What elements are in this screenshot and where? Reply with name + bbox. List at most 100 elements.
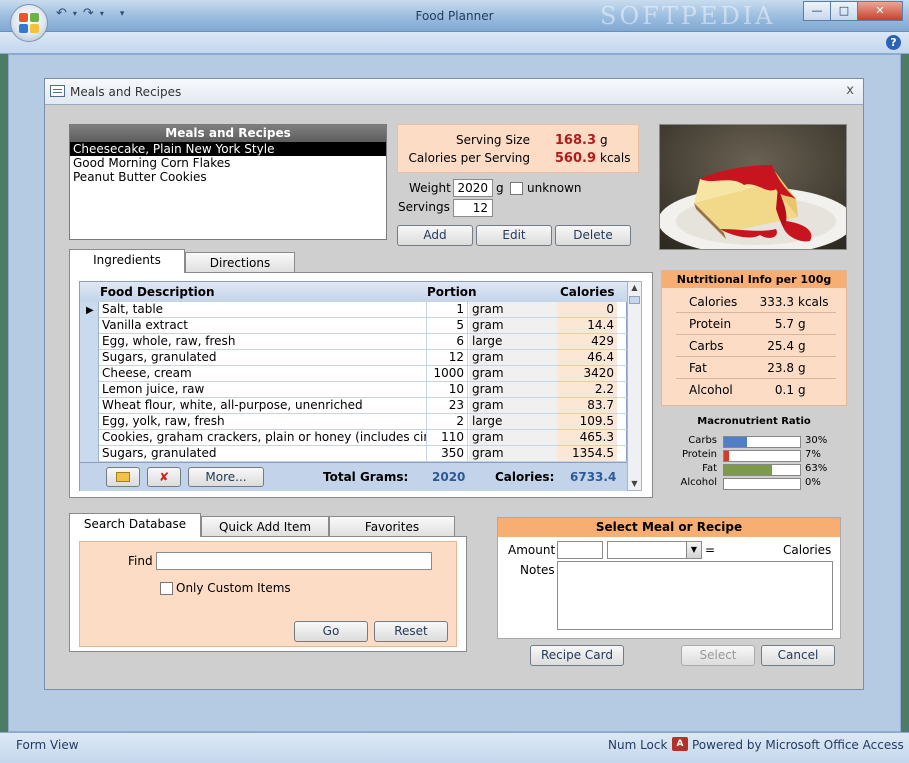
portion-qty-cell[interactable]: 10 bbox=[426, 382, 468, 397]
scroll-up-icon[interactable]: ▲ bbox=[628, 282, 641, 294]
close-icon[interactable]: ✕ bbox=[857, 1, 903, 21]
tab-quick-add-item[interactable]: Quick Add Item bbox=[201, 516, 329, 537]
portion-qty-cell[interactable]: 1000 bbox=[426, 366, 468, 381]
unknown-checkbox[interactable] bbox=[510, 182, 523, 195]
food-description-cell[interactable]: Salt, table bbox=[100, 302, 426, 317]
macro-row: Protein 7% bbox=[661, 449, 847, 463]
portion-unit-cell[interactable]: gram bbox=[469, 446, 557, 461]
notes-textarea[interactable] bbox=[557, 561, 833, 630]
calories-cell: 14.4 bbox=[557, 318, 617, 333]
scroll-thumb[interactable] bbox=[629, 296, 640, 304]
portion-qty-cell[interactable]: 6 bbox=[426, 334, 468, 349]
meals-list[interactable]: Meals and Recipes Cheesecake, Plain New … bbox=[69, 124, 387, 240]
portion-unit-cell[interactable]: gram bbox=[469, 382, 557, 397]
portion-unit-cell[interactable]: gram bbox=[469, 366, 557, 381]
grid-scrollbar[interactable]: ▲ ▼ bbox=[627, 281, 642, 491]
recipe-card-button[interactable]: Recipe Card bbox=[530, 645, 624, 666]
scroll-down-icon[interactable]: ▼ bbox=[628, 478, 641, 490]
food-description-cell[interactable]: Wheat flour, white, all-purpose, unenric… bbox=[100, 398, 426, 413]
table-row[interactable]: Cheese, cream 1000 gram 3420 bbox=[80, 366, 628, 382]
remove-food-button[interactable]: ✘ bbox=[147, 467, 181, 487]
food-description-cell[interactable]: Vanilla extract bbox=[100, 318, 426, 333]
macro-row: Carbs 30% bbox=[661, 435, 847, 449]
row-selector[interactable] bbox=[80, 430, 99, 446]
table-row[interactable]: Egg, whole, raw, fresh 6 large 429 bbox=[80, 334, 628, 350]
portion-unit-cell[interactable]: gram bbox=[469, 350, 557, 365]
portion-qty-cell[interactable]: 12 bbox=[426, 350, 468, 365]
minimize-icon[interactable]: — bbox=[803, 1, 831, 21]
row-selector[interactable] bbox=[80, 414, 99, 430]
portion-unit-cell[interactable]: gram bbox=[469, 318, 557, 333]
servings-input[interactable]: 12 bbox=[453, 199, 493, 217]
table-row[interactable]: Sugars, granulated 12 gram 46.4 bbox=[80, 350, 628, 366]
table-row[interactable]: ▶ Salt, table 1 gram 0 bbox=[80, 302, 628, 318]
row-selector[interactable] bbox=[80, 334, 99, 350]
col-header-portion[interactable]: Portion bbox=[427, 285, 477, 299]
row-selector[interactable] bbox=[80, 398, 99, 414]
portion-qty-cell[interactable]: 5 bbox=[426, 318, 468, 333]
portion-qty-cell[interactable]: 2 bbox=[426, 414, 468, 429]
food-description-cell[interactable]: Egg, yolk, raw, fresh bbox=[100, 414, 426, 429]
weight-input[interactable]: 2020 bbox=[453, 179, 493, 197]
portion-unit-cell[interactable]: large bbox=[469, 334, 557, 349]
unit-select[interactable]: ▼ bbox=[607, 541, 702, 559]
reset-button[interactable]: Reset bbox=[374, 621, 448, 642]
portion-qty-cell[interactable]: 350 bbox=[426, 446, 468, 461]
portion-qty-cell[interactable]: 23 bbox=[426, 398, 468, 413]
form-close-icon[interactable]: x bbox=[846, 83, 854, 98]
delete-button[interactable]: Delete bbox=[555, 225, 631, 246]
food-description-cell[interactable]: Cheese, cream bbox=[100, 366, 426, 381]
go-button[interactable]: Go bbox=[294, 621, 368, 642]
row-selector[interactable] bbox=[80, 350, 99, 366]
portion-unit-cell[interactable]: gram bbox=[469, 430, 557, 445]
food-description-cell[interactable]: Sugars, granulated bbox=[100, 446, 426, 461]
row-selector[interactable] bbox=[80, 366, 99, 382]
maximize-icon[interactable]: □ bbox=[830, 1, 858, 21]
tab-directions[interactable]: Directions bbox=[185, 252, 295, 273]
list-item[interactable]: Peanut Butter Cookies bbox=[70, 170, 386, 184]
ingredients-grid[interactable]: Food Description Portion Calories ▶ Salt,… bbox=[79, 281, 628, 491]
tab-favorites[interactable]: Favorites bbox=[329, 516, 455, 537]
row-selector[interactable] bbox=[80, 446, 99, 462]
chevron-down-icon[interactable]: ▼ bbox=[686, 542, 701, 558]
portion-unit-cell[interactable]: large bbox=[469, 414, 557, 429]
table-row[interactable]: Vanilla extract 5 gram 14.4 bbox=[80, 318, 628, 334]
table-row[interactable]: Egg, yolk, raw, fresh 2 large 109.5 bbox=[80, 414, 628, 430]
portion-unit-cell[interactable]: gram bbox=[469, 302, 557, 317]
col-header-calories[interactable]: Calories bbox=[560, 285, 615, 299]
table-row[interactable]: Sugars, granulated 350 gram 1354.5 bbox=[80, 446, 628, 462]
macro-bar bbox=[723, 464, 801, 476]
portion-qty-cell[interactable]: 1 bbox=[426, 302, 468, 317]
portion-unit-cell[interactable]: gram bbox=[469, 398, 557, 413]
status-bar: Form View Num Lock A Powered by Microsof… bbox=[0, 732, 909, 763]
amount-input[interactable] bbox=[557, 541, 603, 559]
table-row[interactable]: Wheat flour, white, all-purpose, unenric… bbox=[80, 398, 628, 414]
select-button[interactable]: Select bbox=[681, 645, 755, 666]
food-description-cell[interactable]: Cookies, graham crackers, plain or honey… bbox=[100, 430, 426, 445]
row-selector[interactable]: ▶ bbox=[80, 302, 99, 318]
add-button[interactable]: Add bbox=[397, 225, 473, 246]
food-description-cell[interactable]: Lemon juice, raw bbox=[100, 382, 426, 397]
table-row[interactable]: Lemon juice, raw 10 gram 2.2 bbox=[80, 382, 628, 398]
tab-ingredients[interactable]: Ingredients bbox=[69, 249, 185, 273]
row-selector[interactable] bbox=[80, 382, 99, 398]
food-description-cell[interactable]: Sugars, granulated bbox=[100, 350, 426, 365]
office-button[interactable] bbox=[10, 4, 48, 42]
calories-per-serving-value: 560.9 bbox=[554, 151, 596, 166]
macro-bar-fill bbox=[724, 465, 772, 475]
more-button[interactable]: More... bbox=[188, 467, 264, 487]
find-input[interactable] bbox=[156, 552, 432, 570]
tab-search-database[interactable]: Search Database bbox=[69, 513, 201, 537]
food-description-cell[interactable]: Egg, whole, raw, fresh bbox=[100, 334, 426, 349]
table-row[interactable]: Cookies, graham crackers, plain or honey… bbox=[80, 430, 628, 446]
list-item[interactable]: Good Morning Corn Flakes bbox=[70, 156, 386, 170]
edit-button[interactable]: Edit bbox=[476, 225, 552, 246]
col-header-food-description[interactable]: Food Description bbox=[100, 285, 215, 299]
row-selector[interactable] bbox=[80, 318, 99, 334]
only-custom-items-checkbox[interactable] bbox=[160, 582, 173, 595]
cancel-button[interactable]: Cancel bbox=[761, 645, 835, 666]
add-food-button[interactable] bbox=[106, 467, 140, 487]
help-icon[interactable]: ? bbox=[886, 35, 901, 50]
list-item[interactable]: Cheesecake, Plain New York Style bbox=[70, 142, 386, 156]
portion-qty-cell[interactable]: 110 bbox=[426, 430, 468, 445]
